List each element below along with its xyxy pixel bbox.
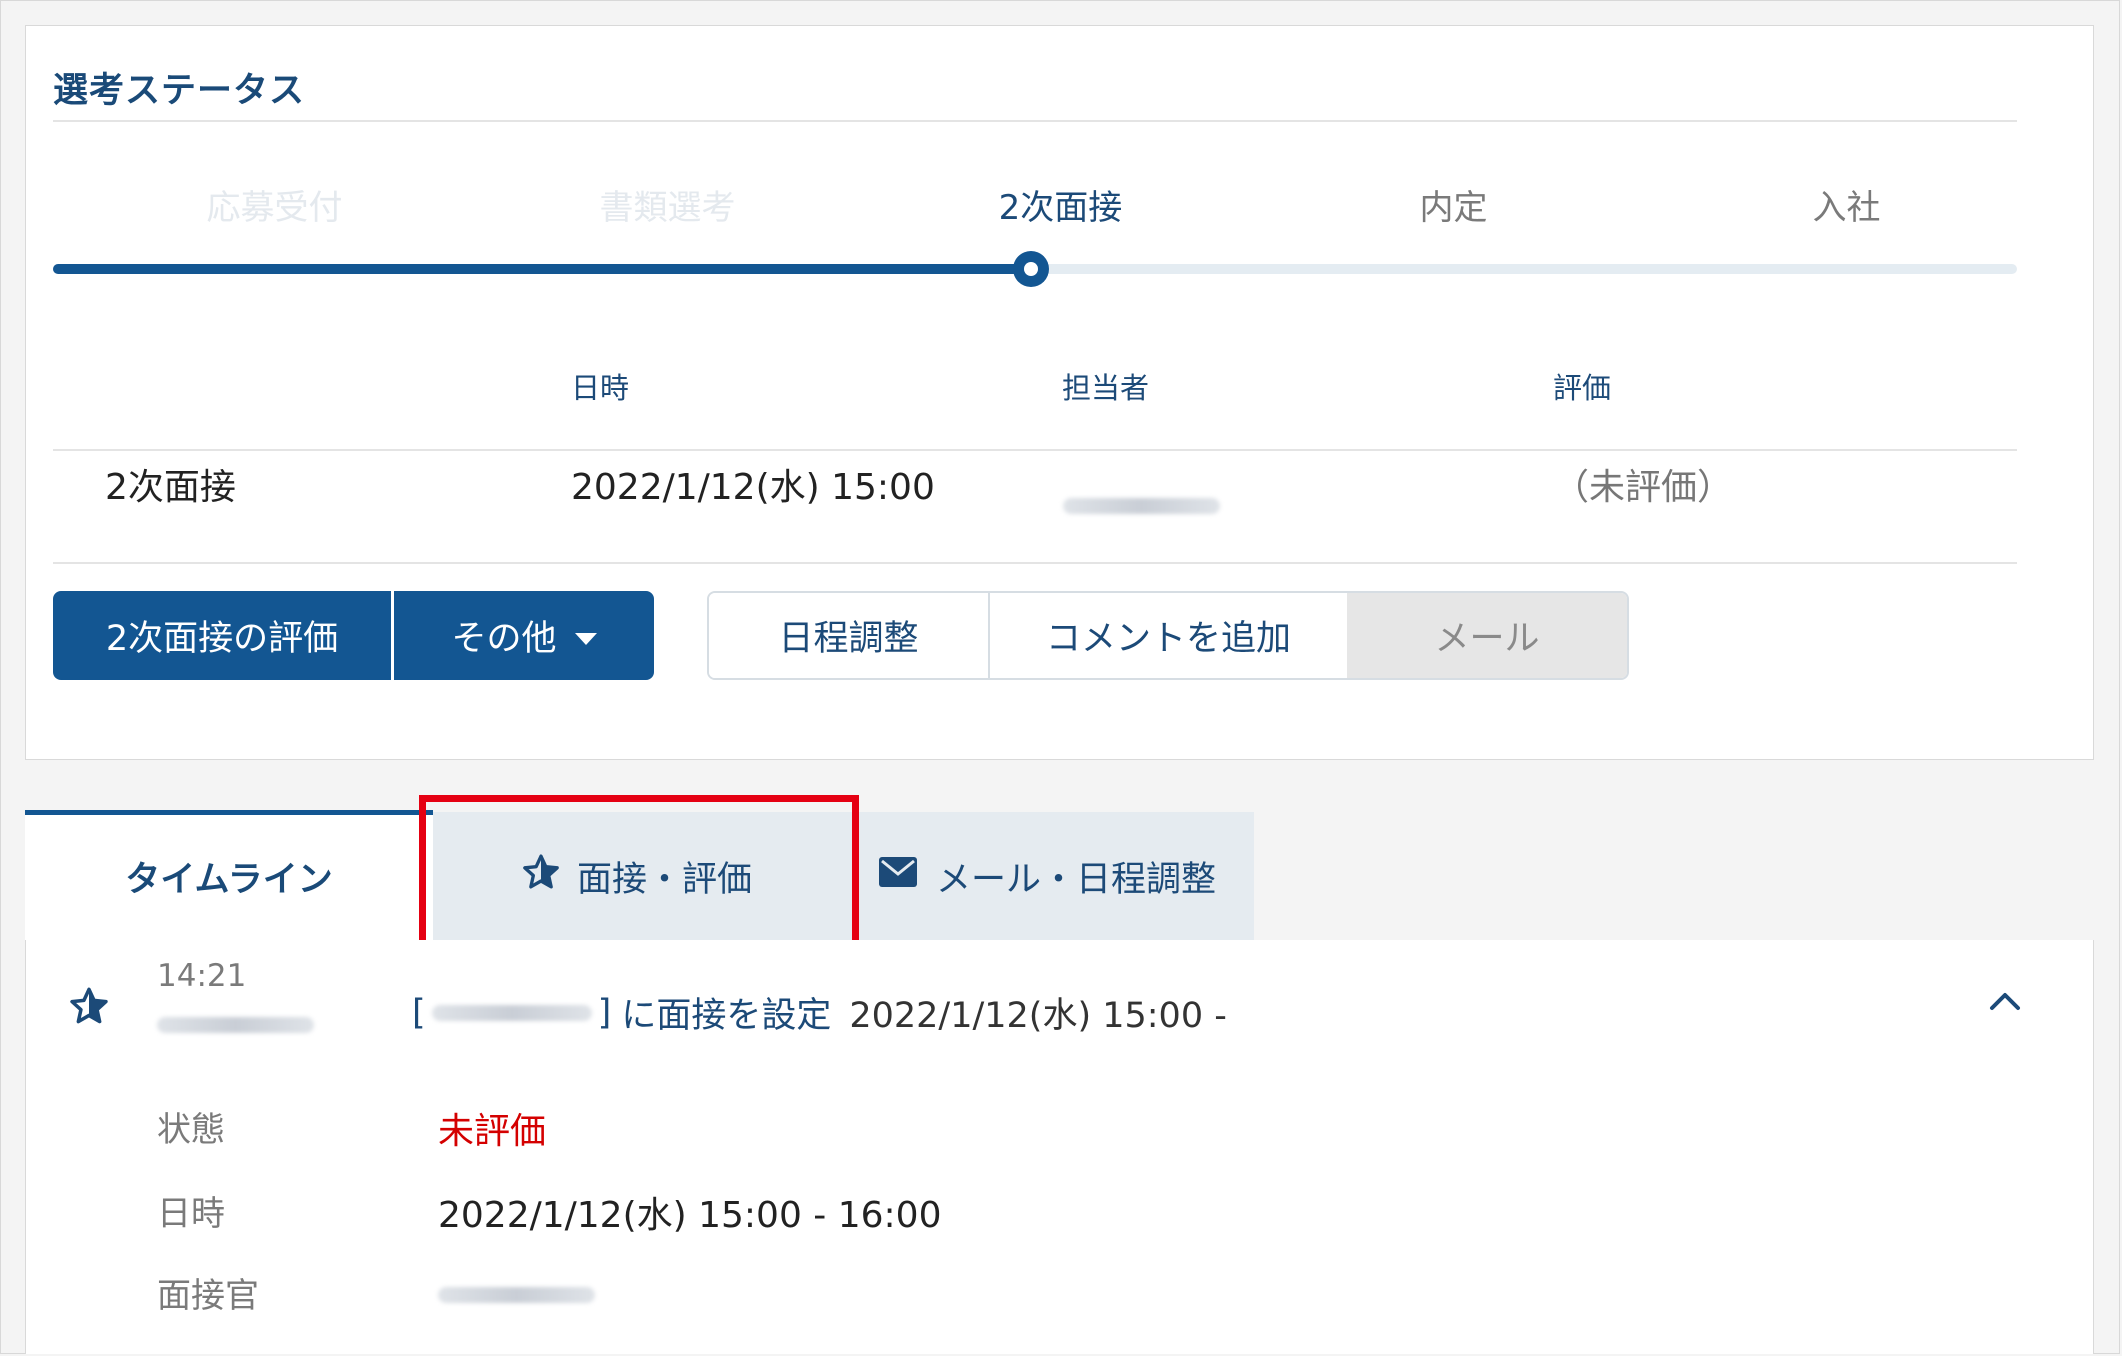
progress-current-node [1013, 251, 1049, 287]
tab-interview-label: 面接・評価 [576, 859, 752, 900]
timeline-author-redacted [157, 1017, 314, 1033]
table-divider-bottom [53, 562, 2017, 564]
section-title: 選考ステータス [53, 71, 306, 111]
header-datetime: 日時 [571, 371, 630, 405]
action-button-group: 日程調整 コメントを追加 メール [707, 591, 1629, 680]
detail-status-value: 未評価 [438, 1111, 547, 1152]
evaluate-interview-button[interactable]: 2次面接の評価 [53, 591, 391, 680]
tab-timeline-label: タイムライン [125, 859, 333, 900]
row-rating: （未評価） [1553, 467, 1734, 508]
step-second-interview: 2次面接 [998, 188, 1123, 228]
tab-mail-label: メール・日程調整 [935, 859, 1216, 900]
row-datetime: 2022/1/12(水) 15:00 [571, 467, 935, 508]
step-application: 応募受付 [206, 188, 343, 228]
row-person-redacted [1063, 498, 1220, 514]
tab-mail-schedule[interactable]: メール・日程調整 [840, 812, 1254, 940]
row-stage: 2次面接 [105, 467, 236, 508]
step-document-screening: 書類選考 [599, 188, 736, 228]
header-person: 担当者 [1062, 371, 1150, 405]
progress-fill [53, 264, 1033, 274]
chevron-up-icon[interactable] [1988, 990, 2022, 1016]
detail-interviewer-label: 面接官 [157, 1276, 259, 1316]
table-divider-top [53, 449, 2017, 451]
timeline-time: 14:21 [157, 958, 247, 994]
title-divider [53, 120, 2017, 122]
timeline-action: に面接を設定 [621, 996, 832, 1036]
mail-button[interactable]: メール [1347, 593, 1627, 678]
other-button-label: その他 [451, 619, 557, 659]
add-comment-button[interactable]: コメントを追加 [990, 593, 1347, 678]
timeline-entry-text: [ ] に面接を設定 2022/1/12(水) 15:00 - [412, 987, 1227, 1038]
tab-interview-evaluation[interactable]: 面接・評価 [433, 812, 840, 940]
envelope-icon [878, 856, 918, 897]
candidate-name-redacted [431, 1004, 592, 1021]
bracket-open: [ [412, 992, 426, 1033]
detail-status-label: 状態 [157, 1110, 225, 1150]
other-dropdown-button[interactable]: その他 [394, 591, 654, 680]
detail-datetime-label: 日時 [157, 1194, 225, 1234]
caret-down-icon [574, 632, 597, 645]
bracket-close: ] [597, 992, 612, 1033]
step-offer: 内定 [1419, 188, 1488, 228]
star-icon [68, 985, 110, 1031]
active-tab-indicator [25, 810, 433, 815]
schedule-button[interactable]: 日程調整 [709, 593, 990, 678]
timeline-datetime: 2022/1/12(水) 15:00 - [849, 996, 1227, 1036]
detail-interviewer-redacted [438, 1287, 595, 1303]
step-joining: 入社 [1812, 188, 1881, 228]
tab-timeline[interactable]: タイムライン [25, 812, 433, 940]
detail-datetime-value: 2022/1/12(水) 15:00 - 16:00 [438, 1195, 942, 1236]
star-icon [521, 852, 561, 901]
header-rating: 評価 [1553, 371, 1612, 405]
